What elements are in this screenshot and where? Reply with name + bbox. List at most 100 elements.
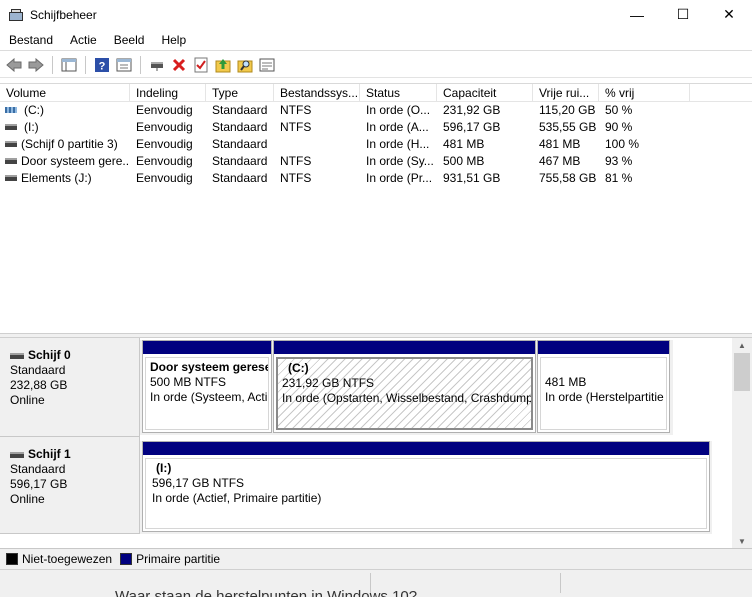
scrollbar-thumb[interactable] xyxy=(734,353,750,391)
details-icon[interactable] xyxy=(256,54,278,76)
volume-cell: Door systeem gere... xyxy=(0,153,130,170)
search-icon[interactable] xyxy=(234,54,256,76)
disk-map-scrollbar[interactable]: ▲ ▼ xyxy=(732,338,752,548)
toolbar-separator xyxy=(140,55,141,74)
partition-body: (I:) 596,17 GB NTFS In orde (Actief, Pri… xyxy=(145,458,707,529)
volume-name: (I:) xyxy=(24,120,39,134)
table-row[interactable]: Elements (J:) Eenvoudig Standaard NTFS I… xyxy=(0,170,752,187)
percent-free-cell: 50 % xyxy=(605,103,633,117)
disk-state: Online xyxy=(10,492,45,506)
partition-system-reserved[interactable]: Door systeem gerese 500 MB NTFS In orde … xyxy=(142,340,272,433)
console-tree-icon[interactable] xyxy=(58,54,80,76)
window-title: Schijfbeheer xyxy=(30,7,97,22)
primary-partition-stripe xyxy=(143,442,709,455)
disk-0-label[interactable]: Schijf 0 Standaard 232,88 GB Online xyxy=(0,338,140,437)
percent-free-cell: 90 % xyxy=(605,120,633,134)
close-button[interactable]: ✕ xyxy=(706,0,752,29)
table-row[interactable]: Door systeem gere... Eenvoudig Standaard… xyxy=(0,153,752,170)
menu-bar: Bestand Actie Beeld Help xyxy=(0,29,752,51)
partition-c[interactable]: (C:) 231,92 GB NTFS In orde (Opstarten, … xyxy=(273,340,536,433)
type-cell: Standaard xyxy=(212,120,268,134)
menu-beeld[interactable]: Beeld xyxy=(105,33,153,47)
partition-status: In orde (Opstarten, Wisselbestand, Crash… xyxy=(282,391,533,405)
column-header-vrije-ruimte[interactable]: Vrije rui... xyxy=(533,84,599,102)
indeling-cell: Eenvoudig xyxy=(136,103,193,117)
status-cell: In orde (A... xyxy=(366,120,429,134)
partition-size: 500 MB NTFS xyxy=(150,375,227,389)
volume-list-header: Volume Indeling Type Bestandssys... Stat… xyxy=(0,84,752,102)
menu-bestand[interactable]: Bestand xyxy=(0,33,61,47)
disk-management-app-icon xyxy=(8,8,24,22)
disk-name: Schijf 0 xyxy=(28,348,71,362)
minimize-button[interactable]: — xyxy=(614,0,660,29)
column-header-indeling[interactable]: Indeling xyxy=(130,84,206,102)
volume-icon xyxy=(5,175,17,181)
partition-size: 231,92 GB NTFS xyxy=(282,376,375,390)
check-icon[interactable] xyxy=(190,54,212,76)
partition-body: 481 MB In orde (Herstelpartitie xyxy=(540,357,667,430)
scroll-down-icon[interactable]: ▼ xyxy=(732,534,752,548)
back-icon[interactable] xyxy=(3,54,25,76)
menu-help[interactable]: Help xyxy=(152,33,194,47)
free-space-cell: 535,55 GB xyxy=(539,120,597,134)
delete-icon[interactable] xyxy=(168,54,190,76)
partition-i[interactable]: (I:) 596,17 GB NTFS In orde (Actief, Pri… xyxy=(142,441,710,532)
legend-swatch-primary xyxy=(120,553,133,565)
status-divider xyxy=(560,573,561,593)
disk-type: Standaard xyxy=(10,462,66,476)
column-header-volume[interactable]: Volume xyxy=(0,84,130,102)
volume-name: (C:) xyxy=(24,103,44,117)
volume-cell: (C:) xyxy=(0,102,130,119)
menu-actie[interactable]: Actie xyxy=(61,33,105,47)
capacity-cell: 931,51 GB xyxy=(443,171,501,185)
maximize-button[interactable]: ☐ xyxy=(660,0,706,29)
column-header-bestandssysteem[interactable]: Bestandssys... xyxy=(274,84,360,102)
properties-icon[interactable] xyxy=(113,54,135,76)
filesystem-cell xyxy=(274,136,360,153)
volume-cell: (I:) xyxy=(0,119,130,136)
primary-partition-stripe xyxy=(274,341,535,354)
table-row[interactable]: (Schijf 0 partitie 3) Eenvoudig Standaar… xyxy=(0,136,752,153)
partition-name: Door systeem gerese xyxy=(150,360,269,374)
disk-1-label[interactable]: Schijf 1 Standaard 596,17 GB Online xyxy=(0,437,140,534)
connect-icon[interactable] xyxy=(146,54,168,76)
type-cell: Standaard xyxy=(212,171,268,185)
partition-recovery[interactable]: 481 MB In orde (Herstelpartitie xyxy=(537,340,670,433)
capacity-cell: 596,17 GB xyxy=(443,120,501,134)
type-cell: Standaard xyxy=(212,137,268,151)
disk-icon xyxy=(10,352,24,359)
svg-text:?: ? xyxy=(99,60,106,72)
column-header-percent-vrij[interactable]: % vrij xyxy=(599,84,690,102)
forward-icon[interactable] xyxy=(25,54,47,76)
percent-free-cell: 93 % xyxy=(605,154,633,168)
free-space-cell: 481 MB xyxy=(539,137,581,151)
partition-name: (C:) xyxy=(288,361,309,375)
legend-swatch-unallocated xyxy=(6,553,18,565)
column-header-type[interactable]: Type xyxy=(206,84,274,102)
disk-size: 232,88 GB xyxy=(10,378,68,392)
volume-icon xyxy=(5,158,17,164)
scroll-up-icon[interactable]: ▲ xyxy=(732,338,752,352)
volume-icon xyxy=(5,141,17,147)
disk-icon xyxy=(10,451,24,458)
import-icon[interactable] xyxy=(212,54,234,76)
column-header-status[interactable]: Status xyxy=(360,84,437,102)
table-row[interactable]: (C:) Eenvoudig Standaard NTFS In orde (O… xyxy=(0,102,752,119)
disk-state: Online xyxy=(10,393,45,407)
filesystem-cell: NTFS xyxy=(280,154,312,168)
indeling-cell: Eenvoudig xyxy=(136,154,193,168)
column-header-capaciteit[interactable]: Capaciteit xyxy=(437,84,533,102)
toolbar-separator xyxy=(85,55,86,74)
volume-cell: Elements (J:) xyxy=(0,170,130,187)
capacity-cell: 231,92 GB xyxy=(443,103,501,117)
volume-cell: (Schijf 0 partitie 3) xyxy=(0,136,130,153)
free-space-cell: 755,58 GB xyxy=(539,171,597,185)
table-row[interactable]: (I:) Eenvoudig Standaard NTFS In orde (A… xyxy=(0,119,752,136)
legend-unallocated: Niet-toegewezen xyxy=(6,552,112,566)
help-icon[interactable]: ? xyxy=(91,54,113,76)
capacity-cell: 481 MB xyxy=(443,137,485,151)
partition-status: In orde (Systeem, Acti xyxy=(150,390,268,404)
toolbar: ? xyxy=(0,52,752,78)
partition-body: Door systeem gerese 500 MB NTFS In orde … xyxy=(145,357,269,430)
indeling-cell: Eenvoudig xyxy=(136,137,193,151)
